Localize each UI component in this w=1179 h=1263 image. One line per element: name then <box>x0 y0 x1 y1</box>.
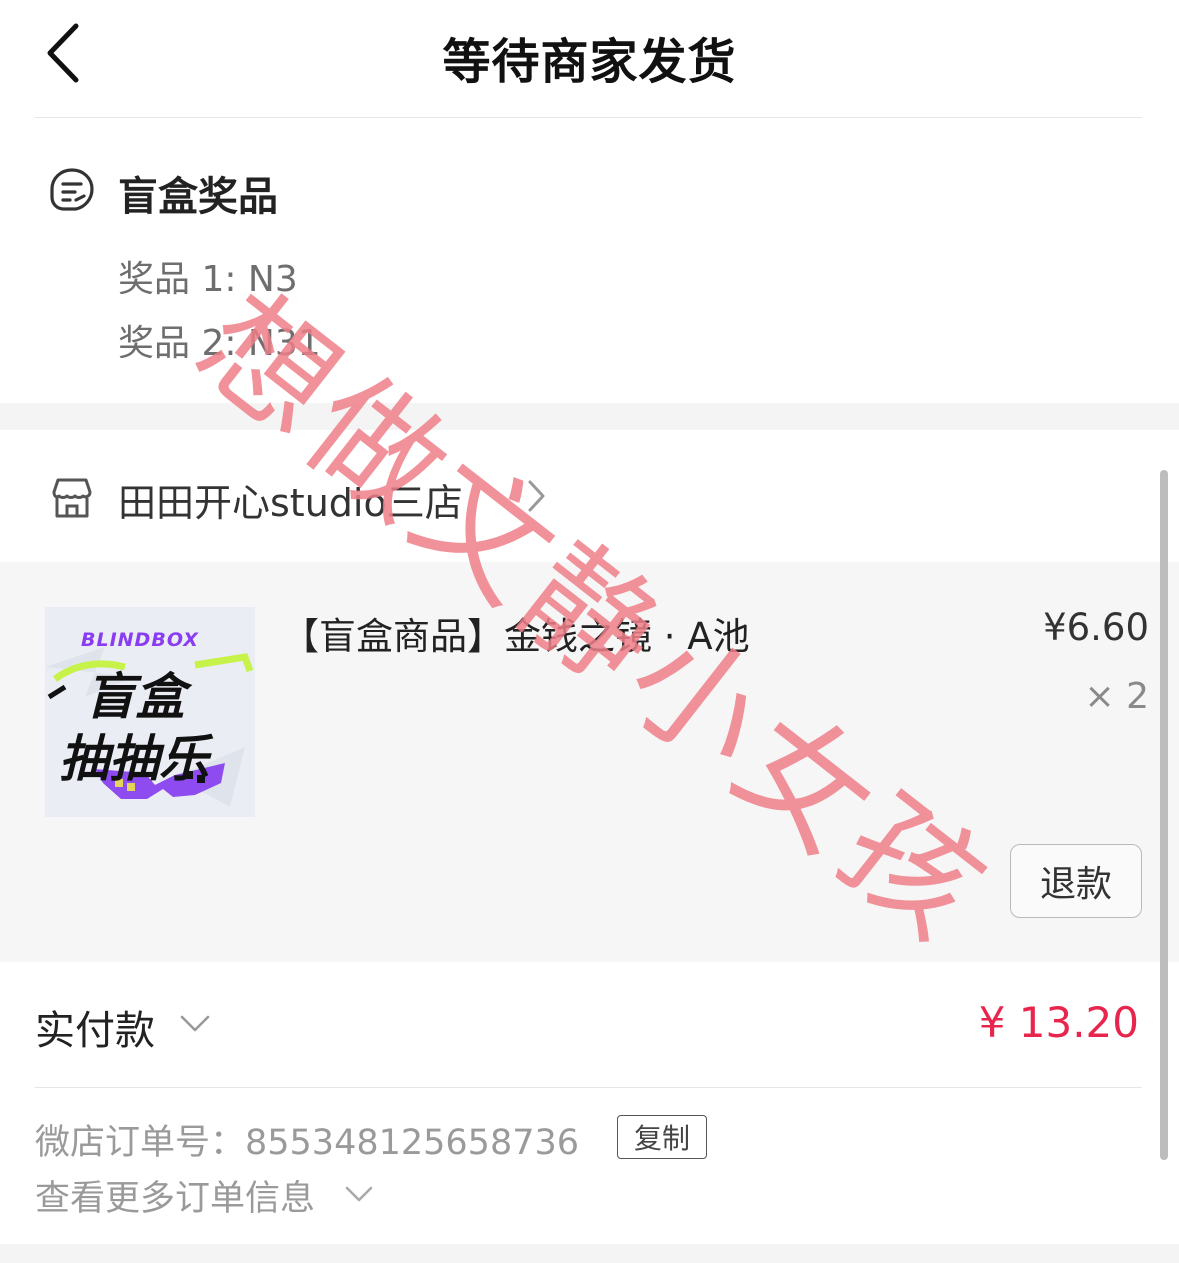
divider <box>35 117 1142 118</box>
more-order-info-link[interactable]: 查看更多订单信息 <box>35 1170 315 1221</box>
section-gap <box>0 1244 1179 1263</box>
product-quantity: × 2 <box>1084 676 1149 717</box>
chevron-down-icon[interactable] <box>344 1184 374 1206</box>
scrollbar-thumb[interactable] <box>1160 470 1168 1160</box>
refund-button[interactable]: 退款 <box>1010 844 1142 918</box>
payment-label: 实付款 <box>35 1008 155 1054</box>
prize-section-title: 盲盒奖品 <box>118 174 278 220</box>
product-thumbnail[interactable]: BLINDBOX 盲盒 抽抽乐 <box>45 607 255 817</box>
page-title: 等待商家发货 <box>442 34 737 90</box>
order-number: 微店订单号：855348125658736 <box>35 1123 580 1163</box>
copy-button[interactable]: 复制 <box>617 1115 707 1159</box>
chevron-right-icon[interactable] <box>524 478 548 514</box>
store-icon <box>52 478 92 518</box>
chevron-down-icon[interactable] <box>178 1012 212 1036</box>
prize-item: 奖品 1: N3 <box>118 259 298 300</box>
section-gap <box>0 403 1179 430</box>
product-name[interactable]: 【盲盒商品】金钱之镜 · A池 <box>282 606 750 660</box>
payment-amount: ¥ 13.20 <box>978 998 1139 1047</box>
prize-item: 奖品 2: N31 <box>118 323 321 364</box>
shop-name-link[interactable]: 田田开心studio三店 <box>118 472 463 527</box>
thumbnail-subtitle-text: 抽抽乐 <box>59 730 209 788</box>
prize-list-icon <box>50 168 94 211</box>
product-price: ¥6.60 <box>1043 606 1149 649</box>
thumbnail-brand-text: BLINDBOX <box>81 629 199 651</box>
divider <box>35 1087 1142 1088</box>
